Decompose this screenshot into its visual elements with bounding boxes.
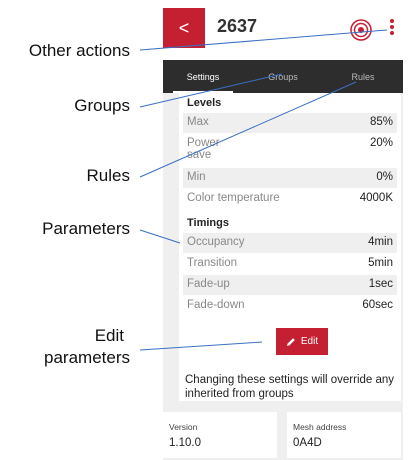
timing-value: 1sec — [368, 278, 393, 290]
mesh-address-card: Mesh address 0A4D — [287, 412, 401, 458]
timings-heading: Timings — [187, 217, 229, 229]
timing-label: Transition — [187, 257, 238, 269]
timing-value: 60sec — [362, 299, 393, 311]
timing-label: Fade-up — [187, 278, 230, 290]
timing-row-transition: Transition 5min — [183, 254, 397, 274]
level-row-power-save: Power save 20% — [183, 135, 397, 167]
annotation-rules: Rules — [86, 166, 130, 185]
level-label: Min — [187, 171, 206, 183]
level-value: 20% — [369, 137, 393, 149]
edit-button-label: Edit — [300, 336, 319, 347]
level-label: Color temperature — [187, 192, 280, 204]
annotation-parameters: Parameters — [42, 219, 130, 238]
annotation-edit-line1: Edit — [94, 326, 124, 345]
level-value: 4000K — [359, 192, 393, 204]
timing-row-fade-up: Fade-up 1sec — [183, 275, 397, 295]
annotation-other-actions: Other actions — [28, 41, 130, 60]
timing-value: 4min — [368, 236, 393, 248]
app-screen: < 2637 Settings Groups Rules Levels Max … — [163, 0, 403, 460]
mesh-address-value: 0A4D — [293, 437, 322, 449]
level-row-max: Max 85% — [183, 113, 397, 133]
levels-heading: Levels — [187, 97, 222, 109]
version-label: Version — [169, 422, 198, 432]
level-label: Max — [187, 116, 209, 128]
tab-settings[interactable]: Settings — [163, 60, 243, 93]
level-label: Power save — [187, 137, 220, 161]
chevron-left-icon: < — [178, 17, 190, 38]
level-row-color-temperature: Color temperature 4000K — [183, 189, 397, 209]
top-bar: < 2637 — [163, 0, 403, 60]
level-row-min: Min 0% — [183, 168, 397, 188]
timing-value: 5min — [368, 257, 393, 269]
kebab-menu-icon[interactable] — [387, 19, 397, 39]
annotation-edit-parameters: Edit parameters — [10, 325, 130, 369]
settings-card: Levels Max 85% Power save 20% Min 0% Col… — [179, 93, 401, 401]
timing-label: Fade-down — [187, 299, 245, 311]
annotation-edit-line2: parameters — [44, 348, 130, 367]
timing-label: Occupancy — [187, 236, 245, 248]
mesh-address-label: Mesh address — [293, 422, 347, 432]
pencil-icon — [286, 337, 295, 346]
annotation-groups: Groups — [74, 96, 130, 115]
version-card: Version 1.10.0 — [163, 412, 277, 458]
page-title: 2637 — [217, 16, 258, 36]
tab-bar: Settings Groups Rules — [163, 60, 403, 93]
target-icon — [350, 19, 372, 41]
tab-rules[interactable]: Rules — [323, 60, 403, 93]
override-note: Changing these settings will override an… — [185, 374, 395, 400]
back-button[interactable]: < — [163, 8, 205, 48]
version-value: 1.10.0 — [169, 437, 201, 449]
tab-groups[interactable]: Groups — [243, 60, 323, 93]
timing-row-occupancy: Occupancy 4min — [183, 233, 397, 253]
timing-row-fade-down: Fade-down 60sec — [183, 296, 397, 316]
level-value: 85% — [369, 116, 393, 128]
level-value: 0% — [376, 171, 393, 183]
edit-button[interactable]: Edit — [276, 328, 328, 355]
